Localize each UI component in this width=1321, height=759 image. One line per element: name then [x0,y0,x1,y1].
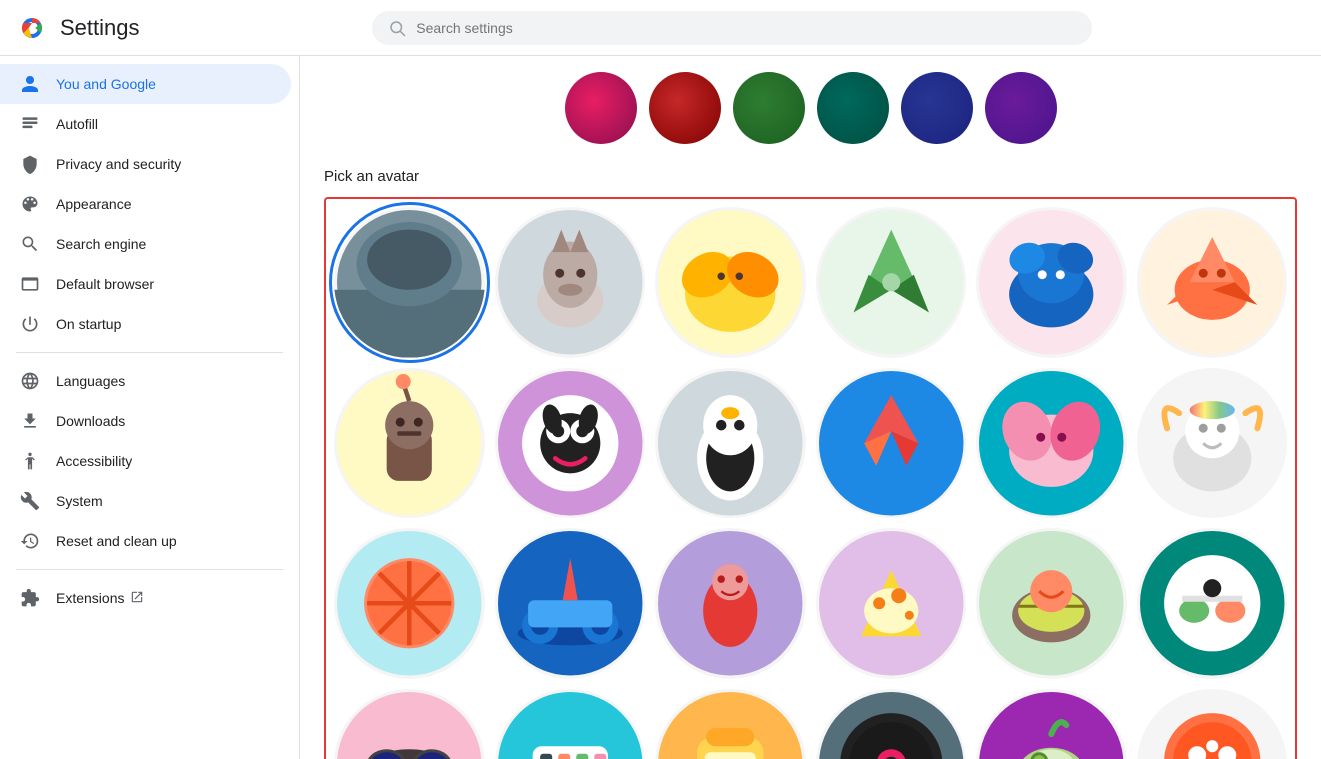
avatar-item[interactable] [495,528,646,679]
sidebar-item-search-engine[interactable]: Search engine [0,224,291,264]
color-circle-5[interactable] [985,72,1057,144]
avatar-grid [334,207,1287,759]
wrench-icon [20,491,40,511]
avatar-item[interactable] [655,207,806,358]
avatar-item[interactable] [1137,368,1288,519]
topbar: Settings [0,0,1321,56]
sidebar-item-appearance[interactable]: Appearance [0,184,291,224]
chrome-logo [16,12,48,44]
sidebar-item-label-you-and-google: You and Google [56,76,156,92]
sidebar-item-languages[interactable]: Languages [0,361,291,401]
avatar-item[interactable] [976,207,1127,358]
avatar-item[interactable] [334,207,485,358]
sidebar-item-label-reset: Reset and clean up [56,533,177,549]
sidebar: You and Google Autofill Privacy and securi… [0,56,300,759]
avatar-section: Pick an avatar [300,152,1321,759]
avatar-grid-container [324,197,1297,759]
search-icon [388,19,406,37]
avatar-item[interactable] [1137,207,1288,358]
download-icon [20,411,40,431]
search-icon [20,234,40,254]
main-content: Pick an avatar [300,56,1321,759]
avatar-item[interactable] [655,689,806,759]
sidebar-item-label-languages: Languages [56,373,125,389]
avatar-item[interactable] [334,689,485,759]
avatar-section-title: Pick an avatar [324,168,1297,185]
avatar-item[interactable] [334,368,485,519]
sidebar-item-label-default-browser: Default browser [56,276,154,292]
avatar-item[interactable] [976,689,1127,759]
color-row [300,56,1321,152]
sidebar-item-privacy[interactable]: Privacy and security [0,144,291,184]
color-circle-4[interactable] [901,72,973,144]
sidebar-item-label-extensions: Extensions [56,590,124,606]
power-icon [20,314,40,334]
nav-divider [16,352,283,353]
sidebar-item-label-search-engine: Search engine [56,236,146,252]
avatar-item[interactable] [816,689,967,759]
sidebar-item-label-accessibility: Accessibility [56,453,132,469]
avatar-item[interactable] [816,207,967,358]
sidebar-item-you-and-google[interactable]: You and Google [0,64,291,104]
autofill-icon [20,114,40,134]
sidebar-item-accessibility[interactable]: Accessibility [0,441,291,481]
color-circle-2[interactable] [733,72,805,144]
globe-icon [20,371,40,391]
avatar-item[interactable] [655,368,806,519]
sidebar-item-label-downloads: Downloads [56,413,125,429]
history-icon [20,531,40,551]
external-link-icon [130,590,144,607]
person-icon [20,74,40,94]
page-title: Settings [60,15,140,41]
sidebar-item-downloads[interactable]: Downloads [0,401,291,441]
avatar-item[interactable] [495,689,646,759]
sidebar-item-label-system: System [56,493,103,509]
color-circle-1[interactable] [649,72,721,144]
search-input[interactable] [416,20,1076,36]
sidebar-item-autofill[interactable]: Autofill [0,104,291,144]
nav-divider [16,569,283,570]
sidebar-item-label-autofill: Autofill [56,116,98,132]
avatar-item[interactable] [334,528,485,679]
avatar-item[interactable] [1137,528,1288,679]
avatar-item[interactable] [495,207,646,358]
sidebar-item-label-appearance: Appearance [56,196,132,212]
avatar-item[interactable] [1137,689,1288,759]
sidebar-item-extensions[interactable]: Extensions [0,578,291,618]
avatar-item[interactable] [816,528,967,679]
browser-icon [20,274,40,294]
color-circle-0[interactable] [565,72,637,144]
shield-icon [20,154,40,174]
accessibility-icon [20,451,40,471]
palette-icon [20,194,40,214]
puzzle-icon [20,588,40,608]
sidebar-item-label-privacy: Privacy and security [56,156,181,172]
sidebar-item-reset[interactable]: Reset and clean up [0,521,291,561]
avatar-item[interactable] [495,368,646,519]
sidebar-item-system[interactable]: System [0,481,291,521]
main-layout: You and Google Autofill Privacy and securi… [0,56,1321,759]
sidebar-item-label-on-startup: On startup [56,316,121,332]
sidebar-item-default-browser[interactable]: Default browser [0,264,291,304]
sidebar-item-on-startup[interactable]: On startup [0,304,291,344]
avatar-item[interactable] [655,528,806,679]
avatar-item[interactable] [976,528,1127,679]
avatar-item[interactable] [816,368,967,519]
avatar-item[interactable] [976,368,1127,519]
search-bar[interactable] [372,11,1092,45]
color-circle-3[interactable] [817,72,889,144]
